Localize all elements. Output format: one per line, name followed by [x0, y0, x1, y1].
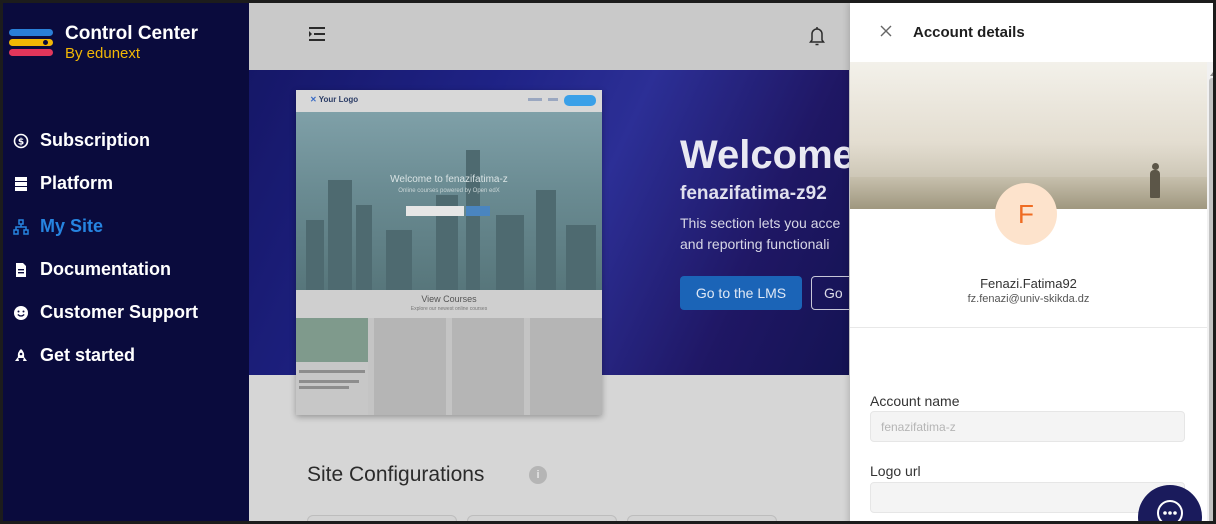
- document-icon: [13, 262, 29, 278]
- secondary-go-button[interactable]: Go: [811, 276, 849, 310]
- preview-search-button: [466, 206, 490, 216]
- bell-icon[interactable]: [809, 25, 825, 47]
- drawer-scrollbar[interactable]: [1207, 62, 1213, 521]
- sidebar-item-label: Subscription: [40, 130, 151, 150]
- preview-course-card: [374, 318, 446, 415]
- preview-header: ✕ Your Logo: [296, 90, 602, 112]
- sidebar-item-documentation[interactable]: Documentation: [13, 248, 245, 291]
- dollar-circle-icon: $: [13, 133, 29, 149]
- logo-url-label: Logo url: [870, 463, 921, 479]
- sidebar-item-my-site[interactable]: My Site: [13, 205, 245, 248]
- config-card[interactable]: [307, 515, 457, 521]
- go-to-lms-button[interactable]: Go to the LMS: [680, 276, 802, 310]
- drawer-title: Account details: [913, 24, 1025, 41]
- user-email: fz.fenazi@univ-skikda.dz: [967, 293, 1090, 305]
- info-icon[interactable]: i: [529, 466, 547, 484]
- account-details-drawer: Account details F Fenazi.Fatima92 fz.fen…: [850, 3, 1213, 521]
- menu-collapse-icon[interactable]: [307, 25, 327, 43]
- drawer-header: Account details: [850, 3, 1213, 62]
- preview-logo: ✕ Your Logo: [310, 95, 359, 104]
- avatar: F: [995, 183, 1057, 245]
- sidebar-item-platform[interactable]: Platform: [13, 162, 245, 205]
- config-card[interactable]: [627, 515, 777, 521]
- hero-description-line: This section lets you acce: [680, 215, 841, 231]
- chat-icon: [1157, 500, 1183, 521]
- sidebar-item-label: Platform: [40, 173, 114, 193]
- sidebar-item-label: Customer Support: [40, 302, 199, 322]
- control-center-logo-icon: [9, 29, 53, 61]
- preview-courses-title: View Courses: [421, 294, 477, 304]
- preview-courses-sub: Explore our newest online courses: [410, 306, 488, 312]
- preview-search: [406, 206, 464, 216]
- svg-text:$: $: [18, 137, 24, 147]
- sitemap-icon: [13, 218, 29, 235]
- sidebar-item-get-started[interactable]: Get started: [13, 334, 245, 377]
- logo-url-field[interactable]: [870, 482, 1185, 513]
- account-name-label: Account name: [870, 393, 960, 409]
- divider: [850, 327, 1207, 328]
- sidebar-item-subscription[interactable]: $ Subscription: [13, 119, 245, 162]
- preview-course-card: [530, 318, 602, 415]
- sidebar-item-label: Documentation: [40, 259, 172, 279]
- brand-title: Control Center: [65, 23, 198, 44]
- app-frame: Control Center By edunext $ Subscription…: [0, 0, 1216, 524]
- preview-register-button: [564, 95, 596, 106]
- hero-title: Welcome: [680, 133, 849, 177]
- server-icon: [13, 176, 29, 192]
- user-name: Fenazi.Fatima92: [980, 276, 1077, 291]
- preview-course-card: [296, 318, 368, 415]
- sidebar-item-customer-support[interactable]: Customer Support: [13, 291, 245, 334]
- hero-site-name: fenazifatima-z92: [680, 183, 827, 204]
- site-configurations-title: Site Configurations: [307, 463, 485, 486]
- brand-subtitle: By edunext: [65, 45, 141, 62]
- hero-description: This section lets you acce and reporting…: [680, 213, 840, 255]
- smile-icon: [13, 305, 29, 321]
- site-preview-image: ✕ Your Logo Welcome to fenazifatima-z On…: [296, 90, 602, 415]
- sidebar: Control Center By edunext $ Subscription…: [3, 3, 249, 521]
- close-icon[interactable]: [878, 23, 894, 39]
- scroll-thumb[interactable]: [1209, 78, 1213, 521]
- preview-courses-header: View Courses Explore our newest online c…: [296, 290, 602, 318]
- account-name-field[interactable]: [870, 411, 1185, 442]
- sidebar-item-label: Get started: [40, 345, 136, 365]
- preview-welcome-sub: Online courses powered by Open edX: [398, 188, 500, 194]
- preview-hero: Welcome to fenazifatima-z Online courses…: [296, 112, 602, 290]
- config-card[interactable]: [467, 515, 617, 521]
- rocket-icon: [13, 348, 29, 364]
- preview-course-card: [452, 318, 524, 415]
- sidebar-nav: $ Subscription Platform My Site Document…: [13, 119, 245, 377]
- hero-description-line: and reporting functionali: [680, 236, 830, 252]
- sidebar-item-label: My Site: [40, 216, 104, 236]
- preview-welcome: Welcome to fenazifatima-z: [390, 174, 508, 185]
- scroll-up-arrow-icon[interactable]: [1209, 65, 1213, 76]
